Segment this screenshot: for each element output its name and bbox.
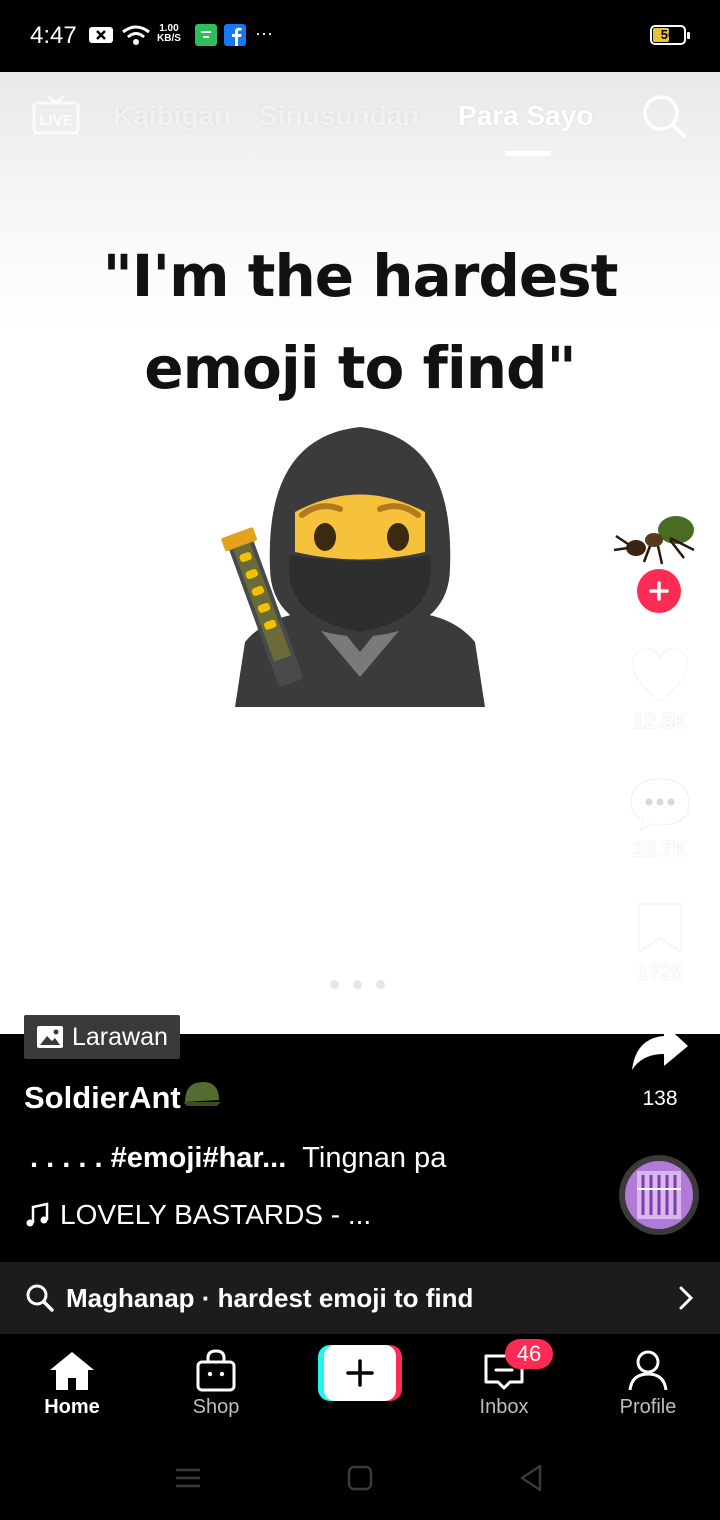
battery-level: 50 — [660, 27, 676, 42]
create-button[interactable] — [318, 1345, 402, 1401]
facebook-icon — [224, 24, 246, 46]
share-arrow-icon — [632, 1024, 688, 1070]
caption-line-1: "I'm the hardest — [102, 242, 619, 310]
bookmark-icon — [638, 903, 682, 953]
more-notifications: ··· — [255, 22, 273, 43]
author-name-link[interactable]: SoldierAnt — [24, 1078, 221, 1116]
follow-button[interactable] — [637, 569, 681, 613]
music-info[interactable]: LOVELY BASTARDS - ... — [24, 1199, 371, 1231]
nav-profile-label: Profile — [619, 1396, 677, 1418]
nav-inbox[interactable]: Inbox — [432, 1334, 576, 1444]
back-button[interactable] — [516, 1462, 548, 1494]
music-note-icon — [26, 1202, 49, 1227]
net-speed-unit: KB/S — [157, 33, 181, 44]
carousel-dots — [330, 980, 385, 989]
comment-button[interactable]: 23.7K — [610, 775, 710, 862]
like-button[interactable]: 12.5K — [610, 645, 710, 734]
home-system-button[interactable] — [344, 1462, 376, 1494]
nav-inbox-label: Inbox — [479, 1396, 529, 1418]
tab-following[interactable]: Sinusundan — [259, 100, 419, 132]
active-tab-indicator — [505, 151, 551, 156]
tab-for-you[interactable]: Para Sayo — [458, 100, 593, 132]
search-button[interactable] — [640, 92, 688, 140]
status-time: 4:47 — [30, 22, 77, 49]
nav-shop[interactable]: Shop — [144, 1334, 288, 1444]
author-avatar[interactable] — [610, 508, 702, 572]
system-nav-bar — [0, 1444, 720, 1520]
plus-icon — [649, 581, 669, 601]
description-text: . . . . . #emoji#har... — [30, 1142, 287, 1174]
like-count: 12.5K — [632, 710, 688, 733]
wifi-icon — [121, 24, 151, 46]
helmet-icon — [182, 1082, 221, 1106]
nav-home-label: Home — [44, 1396, 100, 1418]
carousel-dot — [330, 980, 339, 989]
share-button[interactable]: 138 — [610, 1020, 710, 1111]
live-label: LIVE — [39, 112, 73, 129]
comment-icon — [630, 778, 690, 833]
comment-count: 23.7K — [632, 838, 688, 861]
music-title: LOVELY BASTARDS - ... — [60, 1199, 372, 1230]
nav-profile[interactable]: Profile — [576, 1334, 720, 1444]
share-count: 138 — [642, 1087, 678, 1110]
search-suggestion-bar[interactable]: Maghanap · hardest emoji to find — [0, 1262, 720, 1334]
menu-icon — [176, 1468, 200, 1488]
carousel-dot — [376, 980, 385, 989]
inbox-badge: 46 — [505, 1339, 553, 1369]
search-icon — [26, 1284, 54, 1312]
music-cover-icon — [625, 1161, 693, 1229]
network-speed: 1.00 KB/S — [157, 24, 181, 44]
image-icon — [37, 1026, 63, 1048]
ninja-emoji-icon — [221, 427, 485, 707]
save-count: 1725 — [636, 961, 684, 984]
live-button[interactable]: LIVE — [32, 90, 80, 138]
recents-button[interactable] — [172, 1462, 204, 1494]
shopping-bag-icon — [196, 1349, 236, 1392]
back-triangle-icon — [520, 1464, 542, 1492]
nav-shop-label: Shop — [192, 1396, 240, 1418]
square-icon — [347, 1465, 373, 1491]
chevron-right-icon — [679, 1286, 694, 1310]
content-type-badge: Larawan — [24, 1015, 180, 1059]
plus-icon — [324, 1345, 396, 1401]
app-notification-icon — [195, 24, 217, 46]
home-icon — [50, 1352, 94, 1390]
save-button[interactable]: 1725 — [610, 900, 710, 985]
caption-line-2: emoji to find" — [144, 334, 576, 402]
nav-home[interactable]: Home — [0, 1334, 144, 1444]
profile-icon — [628, 1350, 668, 1391]
status-bar: 4:47 1.00 KB/S ··· 50 — [0, 0, 720, 72]
carousel-dot — [353, 980, 362, 989]
notification-icon — [88, 24, 114, 46]
search-icon — [643, 95, 686, 138]
battery-icon: 50 — [650, 25, 690, 45]
search-suggestion-text: Maghanap · hardest emoji to find — [66, 1282, 474, 1313]
tab-friends[interactable]: Kaibigan — [113, 100, 231, 132]
see-more-link[interactable]: Tingnan pa — [302, 1142, 446, 1174]
post-description[interactable]: . . . . . #emoji#har... Tingnan pa — [30, 1142, 446, 1175]
content-type-label: Larawan — [72, 1022, 168, 1051]
ant-avatar-icon — [613, 516, 695, 565]
post-caption: "I'm the hardest emoji to find" — [60, 230, 660, 414]
heart-icon — [632, 648, 688, 702]
music-disc[interactable] — [619, 1155, 699, 1235]
author-name: SoldierAnt — [24, 1080, 181, 1115]
